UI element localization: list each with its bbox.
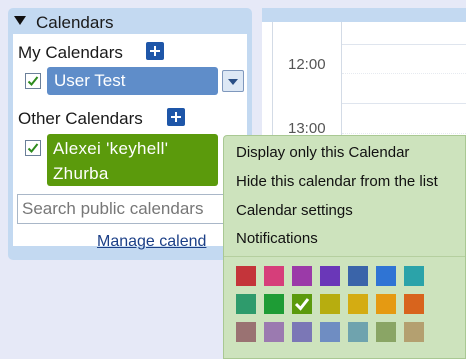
time-label-12: 12:00 (288, 56, 326, 73)
grid-top-bar (262, 8, 466, 22)
calendars-header[interactable]: Calendars (14, 12, 114, 34)
my-calendar-checkbox[interactable] (25, 73, 41, 89)
color-swatch[interactable] (320, 322, 340, 342)
add-other-calendar-button[interactable] (167, 108, 185, 126)
color-swatch[interactable] (264, 322, 284, 342)
hour-line (342, 44, 466, 45)
other-calendar-checkbox[interactable] (25, 140, 41, 156)
color-swatch[interactable] (348, 322, 368, 342)
color-swatch[interactable] (292, 266, 312, 286)
checkmark-icon (27, 76, 39, 86)
search-public-calendars-input[interactable] (17, 194, 243, 224)
other-calendar-name-line2: Zhurba (53, 164, 109, 183)
checkmark-icon (27, 143, 39, 153)
dropdown-arrow-icon (228, 79, 238, 85)
color-swatch[interactable] (264, 294, 284, 314)
color-swatch[interactable] (320, 266, 340, 286)
color-swatch[interactable] (348, 294, 368, 314)
checkmark-icon (294, 298, 310, 311)
manage-calendars-link[interactable]: Manage calend (97, 233, 206, 251)
menu-display-only-this-calendar[interactable]: Display only this Calendar (236, 144, 409, 161)
calendars-header-label: Calendars (36, 13, 114, 32)
my-calendar-user-test[interactable]: User Test (47, 67, 218, 95)
color-swatch[interactable] (376, 322, 396, 342)
color-swatch[interactable] (292, 322, 312, 342)
color-swatch[interactable] (376, 294, 396, 314)
collapse-triangle-icon[interactable] (14, 16, 26, 25)
other-calendars-title: Other Calendars (18, 109, 143, 128)
color-swatch[interactable] (320, 294, 340, 314)
calendar-options-button[interactable] (222, 70, 244, 92)
color-swatch[interactable] (404, 322, 424, 342)
other-calendar-name-line1: Alexei 'keyhell' (53, 139, 169, 158)
calendar-context-menu: Display only this Calendar Hide this cal… (223, 135, 466, 359)
menu-notifications[interactable]: Notifications (236, 230, 318, 247)
color-swatch[interactable] (348, 266, 368, 286)
my-calendars-title: My Calendars (18, 43, 123, 62)
half-hour-line (342, 73, 466, 74)
color-swatch-selected[interactable] (292, 294, 312, 314)
color-swatch[interactable] (404, 266, 424, 286)
menu-hide-this-calendar[interactable]: Hide this calendar from the list (236, 173, 438, 190)
color-swatch[interactable] (376, 266, 396, 286)
half-hour-line (342, 133, 466, 134)
color-swatch[interactable] (236, 294, 256, 314)
color-swatch[interactable] (404, 294, 424, 314)
hour-line (342, 103, 466, 104)
color-swatch[interactable] (236, 266, 256, 286)
other-calendar-alexei-zhurba[interactable]: Alexei 'keyhell' Zhurba (47, 134, 218, 186)
menu-divider (224, 256, 465, 257)
menu-calendar-settings[interactable]: Calendar settings (236, 202, 353, 219)
color-swatch[interactable] (264, 266, 284, 286)
color-swatch[interactable] (236, 322, 256, 342)
add-my-calendar-button[interactable] (146, 42, 164, 60)
